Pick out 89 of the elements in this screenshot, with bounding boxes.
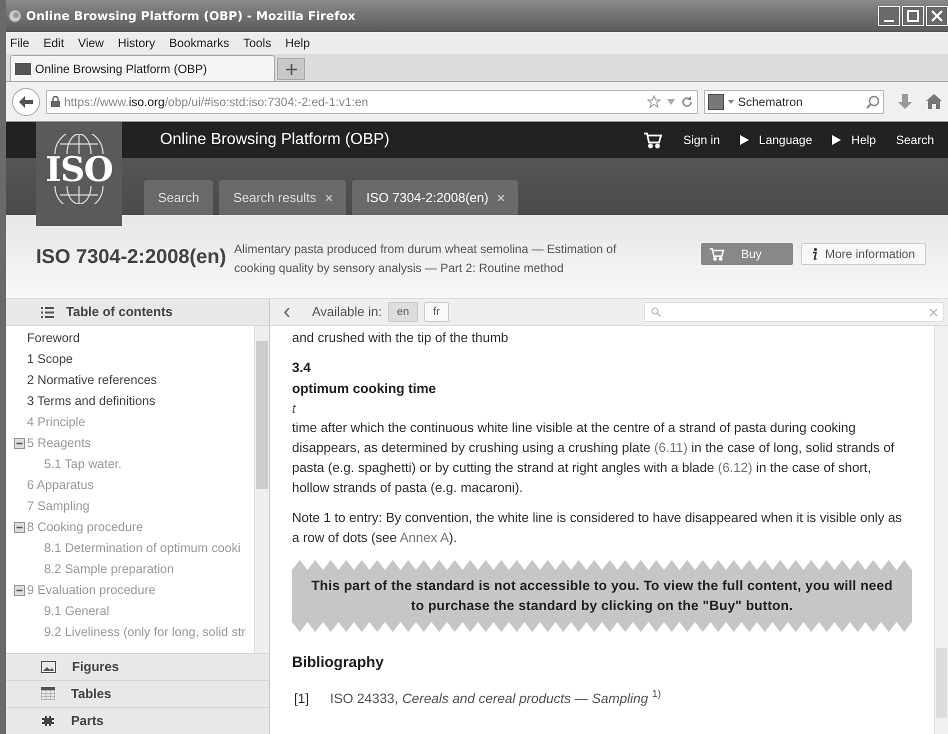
scrollbar[interactable] (254, 326, 269, 653)
menu-item[interactable]: Edit (43, 34, 64, 52)
reference-link[interactable]: Annex A (400, 530, 449, 545)
browser-logo-icon (8, 9, 22, 23)
search-field[interactable]: Schematron (704, 90, 884, 114)
document-code: ISO 7304-2:2008(en) (36, 244, 226, 270)
menu-item[interactable]: File (10, 34, 30, 52)
document-title: Alimentary pasta produced from durum wheat semolina — Estimation of cooking quality by sensory analysis — Part 2: Routine method (234, 240, 618, 276)
search-field[interactable] (644, 302, 944, 322)
puzzle-icon (41, 714, 55, 728)
info-icon (812, 248, 817, 260)
table-icon (41, 687, 55, 700)
plus-icon (286, 64, 296, 74)
toc-item[interactable]: Foreword (27, 329, 80, 348)
toc-item[interactable]: 1 Scope (27, 350, 73, 369)
maximize-button[interactable] (902, 6, 924, 26)
menu-item[interactable]: History (118, 34, 156, 52)
menu-item[interactable]: Help (285, 34, 310, 52)
close-icon[interactable] (498, 194, 504, 200)
site-tab[interactable]: Search (144, 180, 214, 215)
new-tab-button[interactable] (277, 58, 305, 80)
clear-icon[interactable] (930, 308, 937, 316)
url-text: https://www.iso.org/obp/ui/#iso:std:iso:7304:-2:ed-1:v1:en (64, 94, 368, 110)
window-title: Online Browsing Platform (OBP) - Mozilla Firefox (26, 8, 356, 25)
reference-number: [1] (293, 690, 310, 708)
site-tab[interactable]: Search results (219, 180, 346, 215)
back-arrow-icon (19, 96, 33, 108)
search-icon (651, 307, 661, 317)
term-number: 3.4 (292, 359, 312, 377)
nav-link[interactable]: Help (851, 131, 876, 149)
dropdown-icon[interactable] (667, 98, 675, 104)
buy-button[interactable]: Buy (700, 243, 793, 265)
image-icon (41, 660, 56, 672)
cart-icon (708, 248, 725, 260)
paragraph: time after which the continuous white line visible at the centre of a strand of pasta during cooking disappears, as determined by crushing using a crushing plate (6.11) in the case of long, solid strands of pasta (e.g. spaghetti) or by cutting the strand at right angles with a blade (6.12) in the case of short, hollow strands of pasta (e.g. macaroni). (292, 419, 896, 497)
toc-item[interactable]: 3 Terms and definitions (27, 392, 156, 411)
search-engine-icon (708, 94, 724, 110)
collapse-icon[interactable] (14, 585, 25, 596)
section-heading: Bibliography (292, 653, 385, 673)
favicon-icon (15, 62, 31, 74)
list-icon (41, 306, 54, 318)
menu-item[interactable]: Bookmarks (169, 34, 230, 52)
search-icon[interactable] (866, 94, 880, 108)
play-arrow-icon (740, 135, 749, 145)
close-icon[interactable] (326, 194, 332, 200)
reload-icon[interactable] (681, 96, 693, 108)
paragraph: and crushed with the tip of the thumb (292, 329, 510, 347)
dropdown-icon[interactable] (728, 100, 734, 104)
back-button[interactable] (12, 88, 40, 116)
logo-text: ISO (45, 154, 113, 186)
toc-title: Table of contents (66, 303, 173, 322)
globe-bottom-icon (54, 186, 104, 204)
more-information-button[interactable]: More information (800, 243, 926, 265)
browser-tab[interactable]: Online Browsing Platform (OBP) (10, 55, 275, 81)
restricted-notice: This part of the standard is not accessible to you. To view the full content, you will need to purchase the standard by clicking on the "Buy" button. (292, 570, 912, 622)
star-icon[interactable] (647, 94, 661, 108)
menu-item[interactable]: Tools (243, 34, 272, 52)
reference-link[interactable]: (6.11) (654, 440, 688, 455)
note-paragraph: Note 1 to entry: By convention, the white line is considered to have disappeared when it is visible only as a row of dots (see Annex A). (292, 509, 903, 547)
play-arrow-icon (832, 135, 842, 145)
maximize-icon (907, 10, 919, 22)
nav-link[interactable]: Search (896, 131, 934, 149)
minimize-button[interactable] (878, 6, 900, 26)
collapse-icon[interactable] (14, 438, 25, 449)
term-title: optimum cooking time (292, 380, 438, 398)
collapse-sidebar-icon[interactable] (284, 308, 290, 316)
site-title: Online Browsing Platform (OBP) (160, 130, 390, 150)
nav-link[interactable]: Language (758, 131, 812, 149)
collapse-icon[interactable] (14, 522, 25, 533)
lock-icon (51, 96, 60, 107)
download-icon[interactable] (898, 94, 912, 110)
scrollbar[interactable] (934, 326, 948, 734)
languages-label: Available in: (312, 303, 382, 322)
menu-item[interactable]: View (78, 34, 104, 52)
close-button[interactable] (926, 6, 948, 26)
toc-item[interactable]: 2 Normative references (27, 371, 157, 390)
cart-icon (643, 132, 664, 148)
address-bar[interactable]: https://www.iso.org/obp/ui/#iso:std:iso:7304:-2:ed-1:v1:en (46, 90, 698, 114)
language-tab[interactable]: en (388, 302, 418, 322)
language-tab[interactable]: fr (424, 302, 449, 322)
term-symbol: t (292, 400, 297, 418)
site-tab[interactable]: ISO 7304-2:2008(en) (352, 180, 518, 215)
minimize-icon (884, 20, 894, 22)
nav-link[interactable]: Sign in (683, 131, 720, 149)
reference-link[interactable]: (6.12) (718, 460, 752, 475)
home-icon[interactable] (926, 94, 942, 109)
close-icon (931, 10, 943, 22)
globe-top-icon (54, 134, 104, 154)
reference-text: ISO 24333, Cereals and cereal products — Sampling $^{1)}$ (330, 688, 661, 708)
